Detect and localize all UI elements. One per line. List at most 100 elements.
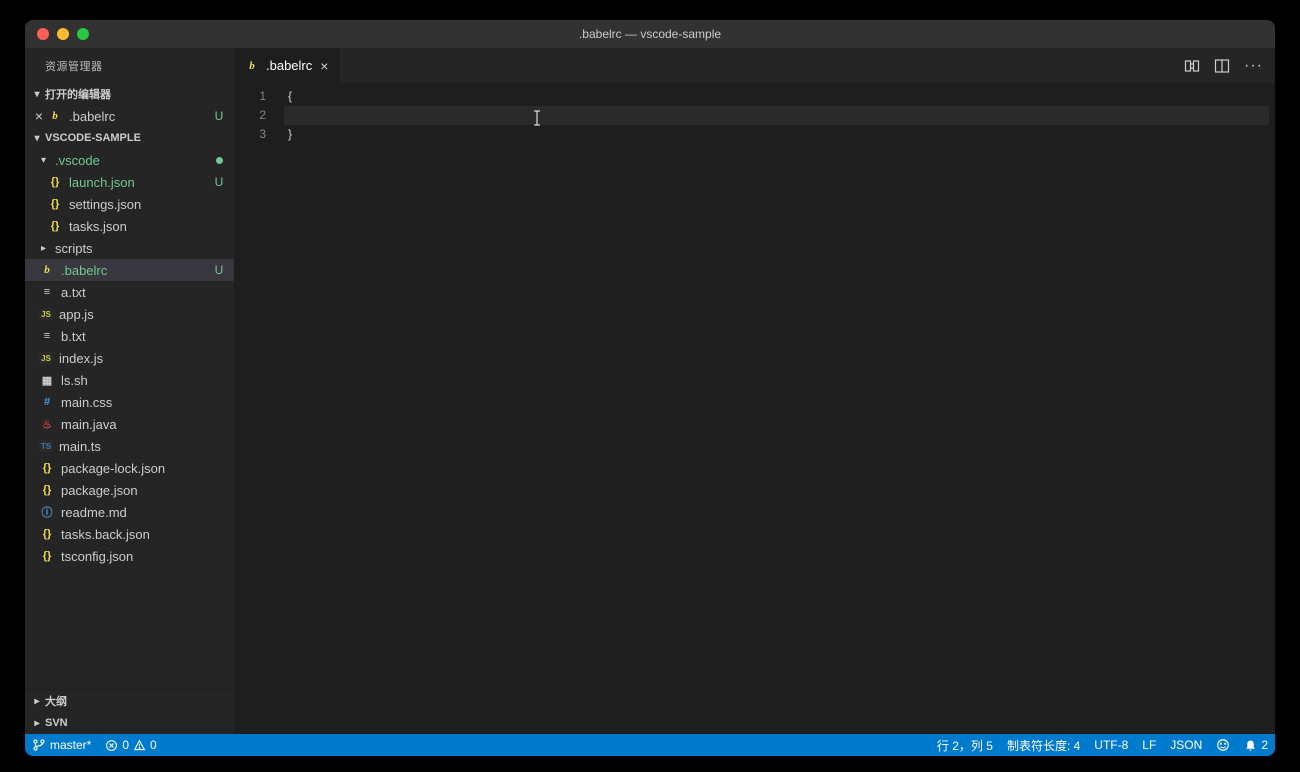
problems-item[interactable]: 0 0	[98, 734, 163, 756]
code-line[interactable]	[284, 106, 1269, 125]
file-row[interactable]: TS main.ts	[25, 435, 234, 457]
notification-count: 2	[1261, 738, 1268, 752]
file-label: app.js	[59, 307, 226, 322]
close-icon[interactable]: ×	[31, 108, 47, 124]
shell-file-icon: ▦	[39, 372, 55, 388]
window-title: .babelrc — vscode-sample	[25, 27, 1275, 41]
chevron-down-icon: ▾	[41, 155, 55, 166]
json-file-icon: {}	[39, 526, 55, 542]
file-row[interactable]: ▦ ls.sh	[25, 369, 234, 391]
tab-size-item[interactable]: 制表符长度: 4	[1000, 734, 1087, 756]
file-row[interactable]: JS app.js	[25, 303, 234, 325]
folder-row[interactable]: ▾ .vscode	[25, 149, 234, 171]
json-file-icon: {}	[47, 196, 63, 212]
modified-dot-icon	[212, 153, 226, 167]
git-status-badge: U	[212, 263, 226, 277]
feedback-item[interactable]	[1209, 734, 1237, 756]
editor-actions: ···	[1184, 48, 1275, 83]
git-branch-item[interactable]: master*	[25, 734, 98, 756]
file-row[interactable]: {} settings.json	[25, 193, 234, 215]
project-label: VSCODE-SAMPLE	[45, 132, 141, 144]
notifications-item[interactable]: 2	[1237, 734, 1275, 756]
project-section[interactable]: ▾ VSCODE-SAMPLE	[25, 127, 234, 149]
file-row[interactable]: {} package-lock.json	[25, 457, 234, 479]
file-row[interactable]: ♨ main.java	[25, 413, 234, 435]
file-row[interactable]: {} tasks.back.json	[25, 523, 234, 545]
editor-tab[interactable]: b .babelrc ×	[234, 48, 340, 83]
line-number-gutter: 1 2 3	[234, 83, 284, 734]
file-row[interactable]: b .babelrc U	[25, 259, 234, 281]
error-icon	[105, 739, 118, 752]
editor-tabs: b .babelrc × ···	[234, 48, 1275, 83]
split-editor-icon[interactable]	[1214, 58, 1230, 74]
titlebar[interactable]: .babelrc — vscode-sample	[25, 20, 1275, 48]
chevron-down-icon: ▾	[29, 133, 45, 144]
code-lines[interactable]: { }	[284, 83, 1269, 734]
file-row[interactable]: # main.css	[25, 391, 234, 413]
sidebar-bottom-sections: ▸ 大纲 ▸ SVN	[25, 689, 234, 734]
branch-name: master*	[50, 738, 91, 752]
line-number: 3	[234, 125, 284, 144]
file-label: a.txt	[61, 285, 226, 300]
svn-section[interactable]: ▸ SVN	[25, 712, 234, 734]
git-status-badge: U	[212, 109, 226, 123]
outline-section[interactable]: ▸ 大纲	[25, 690, 234, 712]
status-bar: master* 0 0 行 2，列 5 制表符长度: 4 UTF-8 LF JS…	[25, 734, 1275, 756]
info-file-icon: ⓘ	[39, 504, 55, 520]
smiley-icon	[1216, 738, 1230, 752]
line-number: 2	[234, 106, 284, 125]
code-line[interactable]: }	[284, 125, 1269, 144]
babel-file-icon: b	[39, 262, 55, 278]
svn-label: SVN	[45, 717, 68, 729]
file-row[interactable]: ≡ b.txt	[25, 325, 234, 347]
file-label: main.css	[61, 395, 226, 410]
open-editors-section[interactable]: ▾ 打开的编辑器	[25, 83, 234, 105]
explorer-title: 资源管理器	[25, 48, 234, 83]
text-file-icon: ≡	[39, 284, 55, 300]
js-file-icon: JS	[39, 352, 53, 364]
chevron-right-icon: ▸	[29, 718, 45, 729]
java-file-icon: ♨	[39, 416, 55, 432]
maximize-window-button[interactable]	[77, 28, 89, 40]
eol-item[interactable]: LF	[1135, 734, 1163, 756]
vscode-window: .babelrc — vscode-sample 资源管理器 ▾ 打开的编辑器 …	[25, 20, 1275, 756]
git-status-badge: U	[212, 175, 226, 189]
close-tab-icon[interactable]: ×	[318, 58, 330, 74]
file-label: main.java	[61, 417, 226, 432]
code-editor[interactable]: 1 2 3 { }	[234, 83, 1275, 734]
babel-file-icon: b	[47, 108, 63, 124]
file-label: package.json	[61, 483, 226, 498]
json-file-icon: {}	[39, 460, 55, 476]
file-label: tsconfig.json	[61, 549, 226, 564]
ts-file-icon: TS	[39, 440, 53, 452]
close-window-button[interactable]	[37, 28, 49, 40]
file-row[interactable]: {} package.json	[25, 479, 234, 501]
window-controls	[37, 28, 89, 40]
file-row[interactable]: {} tasks.json	[25, 215, 234, 237]
file-row[interactable]: ≡ a.txt	[25, 281, 234, 303]
file-label: index.js	[59, 351, 226, 366]
file-label: tasks.json	[69, 219, 226, 234]
minimize-window-button[interactable]	[57, 28, 69, 40]
more-actions-icon[interactable]: ···	[1244, 57, 1263, 75]
folder-row[interactable]: ▸ scripts	[25, 237, 234, 259]
main-body: 资源管理器 ▾ 打开的编辑器 × b .babelrc U ▾ VSCODE-S…	[25, 48, 1275, 734]
file-tree: ▾ .vscode {} launch.json U {} settings.j…	[25, 149, 234, 689]
compare-changes-icon[interactable]	[1184, 58, 1200, 74]
file-row[interactable]: ⓘ readme.md	[25, 501, 234, 523]
file-label: main.ts	[59, 439, 226, 454]
minimap[interactable]	[1269, 83, 1275, 734]
encoding-item[interactable]: UTF-8	[1087, 734, 1135, 756]
language-mode-item[interactable]: JSON	[1163, 734, 1209, 756]
file-row[interactable]: JS index.js	[25, 347, 234, 369]
file-label: ls.sh	[61, 373, 226, 388]
file-label: .babelrc	[61, 263, 212, 278]
error-count: 0	[122, 738, 129, 752]
file-row[interactable]: {} tsconfig.json	[25, 545, 234, 567]
file-label: package-lock.json	[61, 461, 226, 476]
open-editor-item[interactable]: × b .babelrc U	[25, 105, 234, 127]
outline-label: 大纲	[45, 693, 67, 709]
file-row[interactable]: {} launch.json U	[25, 171, 234, 193]
cursor-position-item[interactable]: 行 2，列 5	[930, 734, 1000, 756]
code-line[interactable]: {	[284, 87, 1269, 106]
